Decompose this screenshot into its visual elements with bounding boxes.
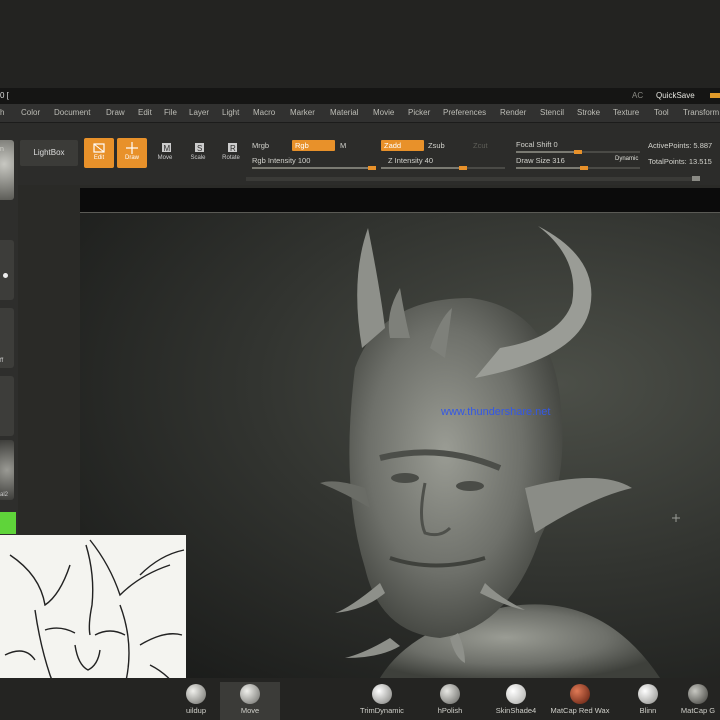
menu-item-file[interactable]: File <box>164 104 177 122</box>
menu-item-color[interactable]: Color <box>21 104 40 122</box>
menu-item-document[interactable]: Document <box>54 104 90 122</box>
move-label: Move <box>157 155 173 161</box>
material-thumbnail[interactable]: al2 <box>0 440 14 500</box>
menu-item-texture[interactable]: Texture <box>613 104 639 122</box>
menu-item-edit[interactable]: Edit <box>138 104 152 122</box>
skinshade4-label: SkinShade4 <box>495 706 537 715</box>
material-matcap-g[interactable]: MatCap G <box>676 682 720 720</box>
dynamic-toggle[interactable]: Dynamic <box>615 156 638 162</box>
edit-icon <box>92 142 106 154</box>
svg-text:S: S <box>197 144 202 153</box>
dot-icon <box>3 273 8 278</box>
shelf-scrollbar[interactable] <box>246 177 700 181</box>
menu-item-tool[interactable]: Tool <box>654 104 669 122</box>
lightbox-button[interactable]: LightBox <box>20 140 78 166</box>
move-brush-icon <box>240 684 260 704</box>
blinn-material-icon <box>638 684 658 704</box>
rgb-intensity-slider[interactable] <box>252 166 376 170</box>
material-skinshade4[interactable]: SkinShade4 <box>486 682 546 720</box>
watermark-text: www.thundershare.net <box>441 406 551 418</box>
m-button[interactable]: M <box>340 141 346 150</box>
menu-item-draw[interactable]: Draw <box>106 104 125 122</box>
ac-label[interactable]: AC <box>632 88 643 104</box>
hpolish-brush-icon <box>440 684 460 704</box>
scale-icon: S <box>191 142 205 154</box>
brush-trimdynamic[interactable]: TrimDynamic <box>352 682 412 720</box>
draw-size-label[interactable]: Draw Size 316 <box>516 156 565 165</box>
zcut-button[interactable]: Zcut <box>470 140 497 151</box>
rotate-icon: R <box>224 142 238 154</box>
rgb-intensity-label[interactable]: Rgb Intensity 100 <box>252 156 310 165</box>
edit-label: Edit <box>93 155 105 161</box>
texture-thumbnail[interactable] <box>0 376 14 436</box>
brush-hpolish[interactable]: hPolish <box>420 682 480 720</box>
move-button[interactable]: M Move <box>150 138 180 168</box>
menu-bar: h Color Document Draw Edit File Layer Li… <box>0 104 720 123</box>
scale-label: Scale <box>190 155 206 161</box>
shelf-scroll-thumb[interactable] <box>692 176 700 181</box>
matcap-red-wax-label: MatCap Red Wax <box>550 706 610 715</box>
svg-text:R: R <box>230 144 236 153</box>
matcap-red-wax-icon <box>570 684 590 704</box>
focal-shift-slider[interactable] <box>516 150 640 154</box>
active-points-readout: ActivePoints: 5.887 <box>648 141 713 150</box>
menu-item-h[interactable]: h <box>0 104 4 122</box>
menu-item-layer[interactable]: Layer <box>189 104 209 122</box>
buildup-label: uildup <box>185 706 207 715</box>
focal-shift-label[interactable]: Focal Shift 0 <box>516 140 558 149</box>
rotate-label: Rotate <box>222 155 240 161</box>
brush-buildup[interactable]: uildup <box>166 682 226 720</box>
material-matcap-red-wax[interactable]: MatCap Red Wax <box>550 682 610 720</box>
hpolish-label: hPolish <box>437 706 463 715</box>
zsub-button[interactable]: Zsub <box>428 141 445 150</box>
draw-button[interactable]: Draw <box>117 138 147 168</box>
edit-button[interactable]: Edit <box>84 138 114 168</box>
matcap-g-label: MatCap G <box>680 706 716 715</box>
move-icon: M <box>158 142 172 154</box>
buildup-brush-icon <box>186 684 206 704</box>
menu-item-movie[interactable]: Movie <box>373 104 394 122</box>
rgb-button[interactable]: Rgb <box>292 140 335 151</box>
scale-button[interactable]: S Scale <box>183 138 213 168</box>
move-brush-label: Move <box>240 706 260 715</box>
skinshade4-material-icon <box>506 684 526 704</box>
total-points-readout: TotalPoints: 13.515 <box>648 157 712 166</box>
quicksave-button[interactable]: QuickSave <box>656 88 695 104</box>
left-tray-label: n <box>0 146 4 153</box>
draw-icon <box>125 142 139 154</box>
zadd-button[interactable]: Zadd <box>381 140 424 151</box>
z-intensity-label[interactable]: Z Intensity 40 <box>388 156 433 165</box>
menu-item-render[interactable]: Render <box>500 104 526 122</box>
alpha-thumbnail[interactable]: ff <box>0 308 14 368</box>
color-swatch[interactable] <box>0 512 16 534</box>
trimdynamic-label: TrimDynamic <box>360 706 404 715</box>
menu-item-preferences[interactable]: Preferences <box>443 104 486 122</box>
z-intensity-slider[interactable] <box>381 166 505 170</box>
menu-item-picker[interactable]: Picker <box>408 104 430 122</box>
draw-label: Draw <box>124 155 139 161</box>
top-dark-band <box>0 0 720 88</box>
material-blinn[interactable]: Blinn <box>618 682 678 720</box>
mrgb-button[interactable]: Mrgb <box>252 141 269 150</box>
draw-size-slider[interactable] <box>516 166 640 170</box>
menu-item-stencil[interactable]: Stencil <box>540 104 564 122</box>
title-bar: 0 [ AC QuickSave <box>0 88 720 104</box>
menu-item-material[interactable]: Material <box>330 104 358 122</box>
menu-item-transform[interactable]: Transform <box>683 104 719 122</box>
blinn-label: Blinn <box>639 706 657 715</box>
menu-item-stroke[interactable]: Stroke <box>577 104 600 122</box>
brush-move[interactable]: Move <box>220 682 280 720</box>
quicksave-indicator <box>710 93 720 98</box>
svg-text:M: M <box>164 144 171 153</box>
matcap-g-icon <box>688 684 708 704</box>
trimdynamic-brush-icon <box>372 684 392 704</box>
menu-item-macro[interactable]: Macro <box>253 104 275 122</box>
menu-item-light[interactable]: Light <box>222 104 239 122</box>
menu-item-marker[interactable]: Marker <box>290 104 315 122</box>
title-text: 0 [ <box>0 91 9 100</box>
left-tray: ff al2 <box>0 140 18 540</box>
stroke-thumbnail[interactable] <box>0 240 14 300</box>
rotate-button[interactable]: R Rotate <box>216 138 246 168</box>
